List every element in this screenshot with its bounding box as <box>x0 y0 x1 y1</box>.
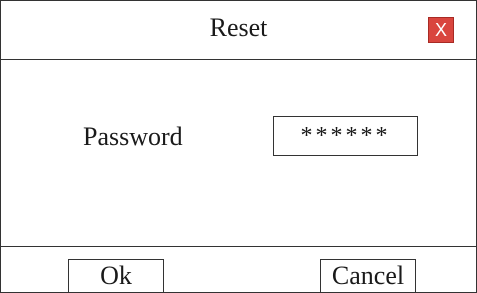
ok-button[interactable]: Ok <box>68 259 164 293</box>
dialog-body: Password ****** <box>1 60 476 246</box>
dialog-footer: Ok Cancel <box>1 246 476 293</box>
close-button[interactable]: X <box>428 17 454 43</box>
password-field[interactable]: ****** <box>273 116 418 156</box>
cancel-button[interactable]: Cancel <box>320 259 416 293</box>
close-icon: X <box>434 20 447 40</box>
reset-dialog: Reset X Password ****** Ok Cancel <box>0 0 477 293</box>
dialog-title: Reset <box>209 13 268 42</box>
password-label: Password <box>83 122 183 151</box>
dialog-titlebar: Reset X <box>1 1 476 60</box>
